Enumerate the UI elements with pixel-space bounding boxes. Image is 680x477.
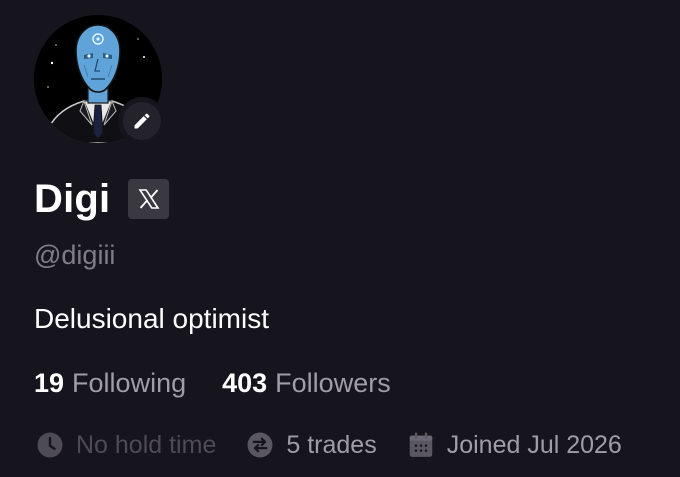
joined-item: Joined Jul 2026 bbox=[405, 429, 622, 461]
avatar-container bbox=[34, 15, 166, 145]
swap-arrows-icon bbox=[244, 429, 276, 461]
username-handle: @digiii bbox=[34, 240, 116, 270]
x-profile-link[interactable] bbox=[128, 179, 170, 219]
x-logo-icon bbox=[138, 189, 160, 209]
following-link[interactable]: 19 Following bbox=[34, 365, 186, 401]
bio-text: Delusional optimist bbox=[34, 303, 269, 334]
calendar-icon bbox=[405, 429, 437, 461]
followers-label: Followers bbox=[275, 368, 391, 398]
follow-stats: 19 Following 403 Followers bbox=[34, 365, 391, 401]
profile-header: Digi @digiii Delusional optimist 19 Foll… bbox=[0, 0, 680, 477]
trades-item: 5 trades bbox=[244, 429, 377, 461]
pencil-icon bbox=[134, 113, 150, 129]
followers-link[interactable]: 403 Followers bbox=[222, 365, 391, 401]
hold-time-item: No hold time bbox=[34, 429, 216, 461]
display-name: Digi bbox=[34, 177, 111, 221]
edit-avatar-button-inner bbox=[123, 102, 161, 140]
clock-icon bbox=[34, 429, 66, 461]
hold-time-text: No hold time bbox=[76, 430, 217, 459]
edit-avatar-button[interactable] bbox=[118, 97, 166, 145]
trades-text: 5 trades bbox=[286, 430, 377, 459]
following-count: 19 bbox=[34, 368, 65, 398]
following-label: Following bbox=[72, 368, 187, 398]
name-row: Digi bbox=[34, 175, 170, 223]
followers-count: 403 bbox=[222, 368, 268, 398]
profile-meta: No hold time 5 trades Joined Jul 2026 bbox=[34, 427, 622, 463]
joined-text: Joined Jul 2026 bbox=[446, 430, 622, 459]
